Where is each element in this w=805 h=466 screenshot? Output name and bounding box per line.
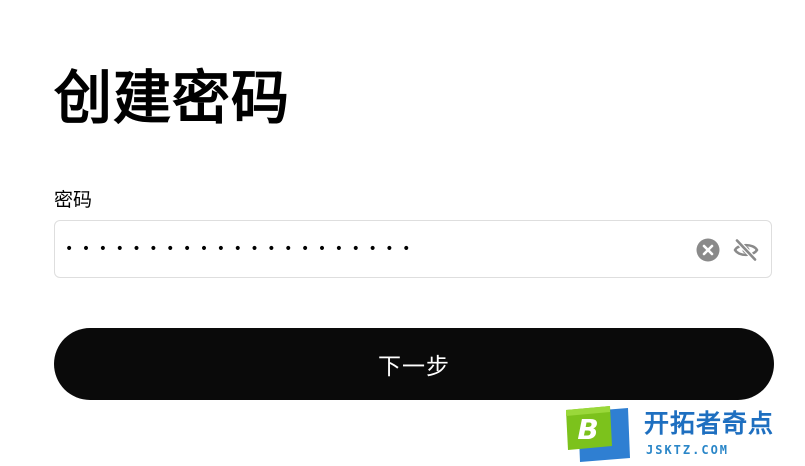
watermark: B 开拓者奇点 JSKTZ.COM	[564, 406, 805, 464]
watermark-logo: B	[564, 406, 632, 462]
next-button[interactable]: 下一步	[54, 328, 774, 400]
password-masked-value[interactable]: •••••••••••••••••••••	[65, 221, 419, 277]
clear-circle-icon[interactable]	[696, 238, 720, 262]
eye-off-icon[interactable]	[732, 236, 760, 264]
watermark-name: 开拓者奇点	[644, 409, 775, 438]
password-label: 密码	[54, 189, 93, 211]
svg-text:B: B	[577, 413, 598, 446]
watermark-domain: JSKTZ.COM	[646, 443, 730, 457]
password-field[interactable]: •••••••••••••••••••••	[54, 220, 772, 278]
page-title: 创建密码	[54, 64, 291, 132]
